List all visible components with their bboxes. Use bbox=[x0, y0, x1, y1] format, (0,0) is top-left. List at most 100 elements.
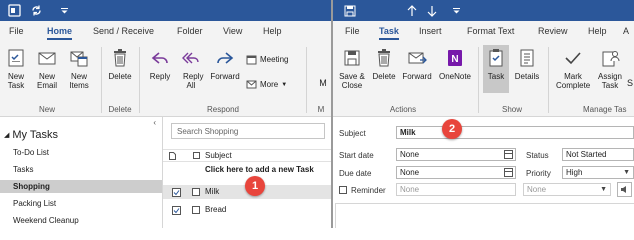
save-icon[interactable] bbox=[343, 4, 356, 17]
tab-help[interactable]: Help bbox=[263, 26, 282, 36]
new-task-label: New Task bbox=[7, 72, 25, 90]
new-task-row[interactable]: Click here to add a new Task bbox=[163, 163, 331, 177]
new-email-button[interactable]: New Email bbox=[34, 47, 60, 90]
my-tasks-label: My Tasks bbox=[12, 129, 59, 141]
forward-mail-icon bbox=[406, 47, 428, 69]
speaker-icon bbox=[621, 186, 626, 193]
tab-file[interactable]: File bbox=[9, 26, 24, 36]
reply-all-icon bbox=[180, 47, 202, 69]
delete-button[interactable]: Delete bbox=[106, 47, 134, 81]
reminder-time-select[interactable]: None ▼ bbox=[523, 183, 611, 196]
folder-shopping[interactable]: Shopping bbox=[0, 180, 162, 193]
start-date-value: None bbox=[400, 150, 420, 159]
tab-send-receive[interactable]: Send / Receive bbox=[93, 26, 154, 36]
tab-file[interactable]: File bbox=[345, 26, 360, 36]
due-date-field[interactable]: None bbox=[396, 166, 516, 179]
previous-item-icon[interactable] bbox=[405, 4, 418, 17]
group-label-new: New bbox=[38, 105, 55, 114]
mark-complete-button[interactable]: Mark Complete bbox=[553, 47, 593, 90]
reminder-date-value: None bbox=[400, 185, 420, 194]
tab-help[interactable]: Help bbox=[588, 26, 607, 36]
reply-all-button[interactable]: Reply All bbox=[180, 47, 204, 90]
forward-button[interactable]: Forward bbox=[399, 47, 435, 81]
status-select[interactable]: Not Started bbox=[562, 148, 634, 161]
new-task-button[interactable]: New Task bbox=[4, 47, 28, 90]
forward-icon bbox=[214, 47, 236, 69]
priority-select[interactable]: High ▼ bbox=[562, 166, 634, 179]
callout-badge-2: 2 bbox=[442, 119, 462, 139]
chevron-down-icon: ▼ bbox=[623, 169, 630, 176]
send-receive-icon[interactable] bbox=[30, 4, 43, 17]
task-list-pane: Search Shopping Subject Click here to ad… bbox=[163, 117, 331, 228]
save-close-button[interactable]: Save & Close bbox=[337, 47, 367, 90]
tab-folder[interactable]: Folder bbox=[177, 26, 203, 36]
tab-review[interactable]: Review bbox=[538, 26, 568, 36]
my-tasks-heading[interactable]: ◢ My Tasks bbox=[4, 129, 58, 141]
priority-label: Priority bbox=[526, 169, 551, 178]
tab-format-text[interactable]: Format Text bbox=[467, 26, 514, 36]
task-notes-body[interactable] bbox=[335, 203, 634, 228]
reminder-sound-button[interactable] bbox=[617, 182, 632, 197]
meeting-button[interactable]: Meeting bbox=[246, 54, 288, 65]
reply-button[interactable]: Reply bbox=[148, 47, 172, 81]
tab-insert[interactable]: Insert bbox=[419, 26, 442, 36]
delete-button[interactable]: Delete bbox=[371, 47, 397, 81]
reminder-checkbox[interactable] bbox=[339, 186, 347, 194]
folder-weekend-cleanup[interactable]: Weekend Cleanup bbox=[0, 214, 162, 227]
reply-all-label: Reply All bbox=[183, 72, 204, 90]
mark-complete-label: Mark Complete bbox=[556, 72, 591, 90]
trash-icon bbox=[109, 47, 131, 69]
due-date-label: Due date bbox=[339, 169, 372, 178]
task-icon bbox=[172, 206, 181, 215]
tab-task[interactable]: Task bbox=[379, 26, 399, 40]
ribbon-separator bbox=[139, 47, 140, 113]
forward-button[interactable]: Forward bbox=[208, 47, 242, 81]
onenote-button[interactable]: N OneNote bbox=[437, 47, 473, 81]
task-view-label: Task bbox=[487, 72, 505, 81]
group-label-show: Show bbox=[501, 105, 522, 114]
task-view-button[interactable]: Task bbox=[483, 45, 509, 93]
complete-checkbox[interactable] bbox=[192, 206, 200, 214]
table-row[interactable]: Bread bbox=[163, 203, 331, 217]
folder-tasks[interactable]: Tasks bbox=[0, 163, 162, 176]
new-items-button[interactable]: New Items bbox=[64, 47, 94, 90]
column-subject[interactable]: Subject bbox=[205, 150, 232, 161]
details-label: Details bbox=[514, 72, 540, 81]
trash-icon bbox=[373, 47, 395, 69]
callout-badge-1: 1 bbox=[245, 176, 265, 196]
group-label-manage-task: Manage Tas bbox=[583, 105, 627, 114]
due-date-value: None bbox=[400, 168, 420, 177]
folder-packing-list[interactable]: Packing List bbox=[0, 197, 162, 210]
reminder-date-field[interactable]: None bbox=[396, 183, 516, 196]
more-button[interactable]: More ▼ bbox=[246, 79, 287, 90]
assign-task-icon bbox=[599, 47, 621, 69]
group-label-overflow: M bbox=[317, 105, 325, 114]
chevron-down-icon: ▼ bbox=[600, 186, 607, 193]
more-label: More bbox=[260, 80, 279, 89]
complete-column-icon[interactable] bbox=[193, 152, 200, 159]
complete-checkbox[interactable] bbox=[192, 188, 200, 196]
folder-to-do-list[interactable]: To-Do List bbox=[0, 146, 162, 159]
subject-field[interactable]: Milk bbox=[396, 126, 634, 139]
tab-view[interactable]: View bbox=[223, 26, 242, 36]
start-date-field[interactable]: None bbox=[396, 148, 516, 161]
details-button[interactable]: Details bbox=[513, 47, 541, 81]
qat-dropdown-icon[interactable] bbox=[58, 4, 71, 17]
tab-home[interactable]: Home bbox=[47, 26, 73, 40]
calendar-icon[interactable] bbox=[504, 150, 513, 159]
onenote-label: OneNote bbox=[438, 72, 472, 81]
status-value: Not Started bbox=[566, 150, 607, 159]
tab-overflow[interactable]: A bbox=[623, 26, 629, 36]
reply-label: Reply bbox=[149, 72, 171, 81]
collapse-pane-icon[interactable]: ‹ bbox=[153, 118, 156, 127]
outlook-app-icon bbox=[8, 4, 21, 17]
group-label-delete: Delete bbox=[108, 105, 132, 114]
qat-dropdown-icon[interactable] bbox=[450, 4, 463, 17]
calendar-icon[interactable] bbox=[504, 168, 513, 177]
assign-task-button[interactable]: Assign Task bbox=[597, 47, 623, 90]
new-email-icon bbox=[36, 47, 58, 69]
search-input[interactable]: Search Shopping bbox=[171, 123, 325, 139]
next-item-icon[interactable] bbox=[425, 4, 438, 17]
chevron-down-icon: ▼ bbox=[281, 81, 288, 88]
status-label: Status bbox=[526, 151, 549, 160]
